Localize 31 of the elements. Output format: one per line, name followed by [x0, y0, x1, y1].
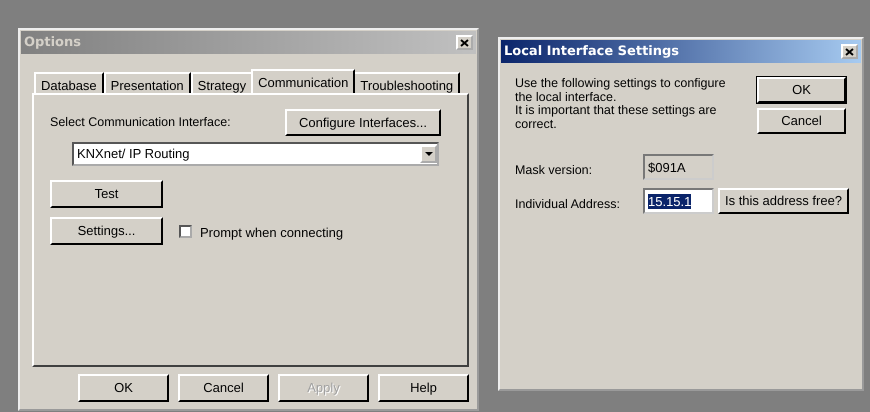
- tab[interactable]: Troubleshooting: [353, 72, 460, 93]
- dialog-button[interactable]: Help: [378, 374, 469, 402]
- check-address-button[interactable]: Is this address free?: [718, 188, 849, 214]
- tab[interactable]: Database: [34, 72, 104, 93]
- tab[interactable]: Communication: [251, 69, 356, 93]
- test-button[interactable]: Test: [50, 180, 163, 208]
- configure-button[interactable]: Configure Interfaces...: [285, 109, 441, 136]
- tab[interactable]: Presentation: [104, 72, 191, 93]
- description-text: It is important that these settings are correct.: [515, 104, 718, 131]
- interface-dropdown[interactable]: KNXnet/ IP Routing: [72, 142, 439, 166]
- dialog-button[interactable]: OK: [78, 374, 169, 402]
- checkbox[interactable]: [179, 224, 192, 238]
- field-label: Select Communication Interface:: [50, 114, 231, 132]
- dialog-button[interactable]: OK: [757, 77, 846, 103]
- close-button[interactable]: [456, 35, 473, 50]
- read-only-field: $091A: [643, 154, 714, 180]
- window-title: Local Interface Settings: [504, 42, 680, 61]
- field-label: Mask version:: [515, 162, 594, 179]
- dropdown-arrow-icon: [424, 152, 432, 156]
- settings-button[interactable]: Settings...: [50, 217, 163, 245]
- description-text: Use the following settings to configure the local interface.: [515, 77, 727, 104]
- dialog-button[interactable]: Cancel: [757, 108, 846, 134]
- close-icon: [460, 38, 469, 46]
- close-icon: [845, 48, 854, 56]
- close-button[interactable]: [841, 44, 858, 59]
- dialog-button[interactable]: Cancel: [178, 374, 269, 402]
- window-title: Options: [24, 34, 81, 52]
- checkbox-label[interactable]: Prompt when connecting: [200, 223, 344, 243]
- tab[interactable]: Strategy: [190, 72, 254, 93]
- input-field[interactable]: 15.15.1: [643, 188, 714, 214]
- field-label: Individual Address:: [515, 196, 621, 213]
